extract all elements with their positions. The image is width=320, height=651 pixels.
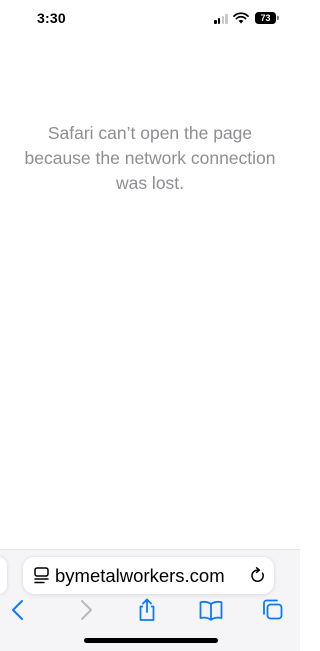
wifi-icon	[233, 12, 249, 24]
reload-icon[interactable]	[250, 567, 266, 584]
page-menu-icon[interactable]	[34, 567, 50, 584]
bookmarks-icon[interactable]	[198, 597, 224, 623]
previous-tab-peek[interactable]	[0, 557, 7, 594]
forward-icon[interactable]	[72, 597, 98, 623]
status-time: 3:30	[37, 10, 66, 26]
share-icon[interactable]	[134, 597, 160, 623]
back-icon[interactable]	[6, 597, 32, 623]
home-indicator[interactable]	[84, 638, 218, 643]
battery-indicator: 73	[255, 12, 276, 24]
status-bar: 3:30 73	[0, 0, 300, 36]
address-bar[interactable]: bymetalworkers.com	[23, 557, 274, 594]
battery-cap	[277, 16, 279, 20]
cellular-signal-icon	[214, 14, 228, 24]
url-text[interactable]: bymetalworkers.com	[55, 565, 245, 586]
error-message: Safari can’t open the page because the n…	[24, 123, 276, 193]
tabs-icon[interactable]	[260, 597, 286, 623]
